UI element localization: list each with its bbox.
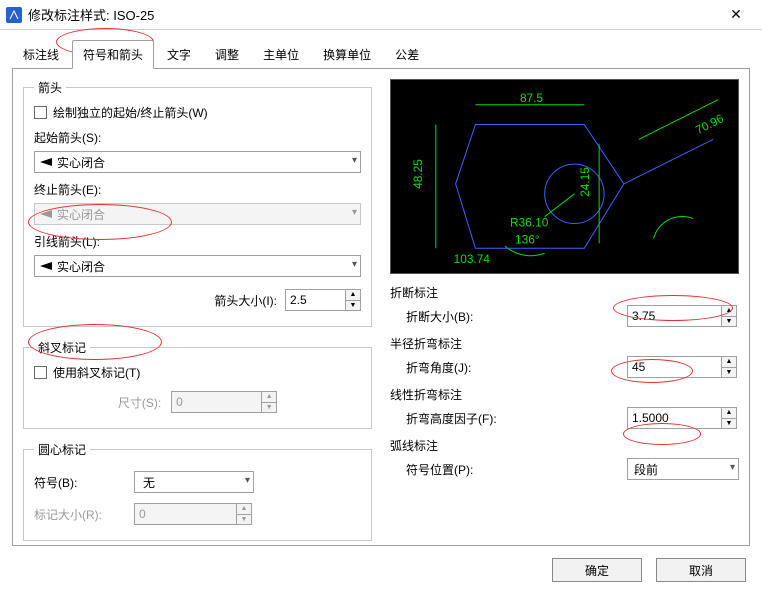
oblique-size-label: 尺寸(S):	[118, 394, 161, 411]
jog-angle-label: 折弯角度(J):	[390, 359, 627, 376]
break-size-label: 折断大小(B):	[390, 308, 627, 325]
chevron-down-icon: ▾	[352, 207, 357, 218]
spin-up-icon: ▲	[237, 504, 251, 515]
svg-text:70.96: 70.96	[693, 111, 726, 137]
svg-text:24.15: 24.15	[578, 167, 592, 197]
tab-fit[interactable]: 调整	[204, 40, 250, 69]
titlebar: 修改标注样式: ISO-25 ✕	[0, 0, 762, 30]
chevron-down-icon: ▾	[730, 462, 735, 473]
spin-down-icon[interactable]: ▼	[722, 368, 736, 378]
cancel-button[interactable]: 取消	[656, 558, 746, 582]
closed-filled-arrow-icon	[39, 156, 53, 168]
end-arrow-select: 实心闭合 ▾	[34, 203, 361, 225]
chevron-down-icon: ▾	[352, 155, 357, 166]
end-arrow-label: 终止箭头(E):	[34, 181, 101, 198]
jog-height-spin[interactable]: ▲▼	[627, 407, 739, 429]
spin-down-icon: ▼	[262, 403, 276, 413]
oblique-size-spin: ▲▼	[171, 391, 277, 413]
jog-height-input[interactable]	[627, 407, 721, 429]
tab-alt-units[interactable]: 换算单位	[312, 40, 382, 69]
tab-tolerances[interactable]: 公差	[384, 40, 430, 69]
chevron-down-icon: ▾	[245, 475, 250, 486]
spin-up-icon[interactable]: ▲	[722, 357, 736, 368]
app-icon	[6, 7, 22, 23]
tab-text[interactable]: 文字	[156, 40, 202, 69]
tab-symbols-arrows[interactable]: 符号和箭头	[72, 40, 154, 69]
spin-down-icon: ▼	[237, 515, 251, 525]
checkbox-icon	[34, 106, 47, 119]
svg-text:48.25: 48.25	[411, 159, 425, 189]
linear-jog-header: 线性折弯标注	[390, 386, 739, 403]
symbol-pos-select[interactable]: 段前 ▾	[627, 458, 739, 480]
break-size-input[interactable]	[627, 305, 721, 327]
oblique-group: 斜叉标记 使用斜叉标记(T) 尺寸(S): ▲▼	[23, 339, 372, 429]
ok-button[interactable]: 确定	[552, 558, 642, 582]
spin-up-icon: ▲	[262, 392, 276, 403]
arrow-size-input[interactable]	[285, 289, 345, 311]
checkbox-icon	[34, 366, 47, 379]
svg-text:87.5: 87.5	[520, 91, 543, 105]
close-button[interactable]: ✕	[716, 1, 756, 29]
start-arrow-label: 起始箭头(S):	[34, 129, 101, 146]
svg-text:R36.10: R36.10	[510, 215, 549, 229]
tab-strip: 标注线 符号和箭头 文字 调整 主单位 换算单位 公差	[12, 40, 750, 69]
chevron-down-icon: ▾	[352, 259, 357, 270]
arrows-legend: 箭头	[34, 79, 66, 96]
jog-angle-spin[interactable]: ▲▼	[627, 356, 739, 378]
center-symbol-label: 符号(B):	[34, 474, 124, 491]
arrow-size-spin[interactable]: ▲▼	[285, 289, 361, 311]
start-arrow-select[interactable]: 实心闭合 ▾	[34, 151, 361, 173]
leader-arrow-select[interactable]: 实心闭合 ▾	[34, 255, 361, 277]
arrows-group: 箭头 绘制独立的起始/终止箭头(W) 起始箭头(S): 实心闭合 ▾	[23, 79, 372, 327]
svg-text:136°: 136°	[515, 232, 540, 246]
svg-text:103.74: 103.74	[454, 252, 491, 266]
use-oblique-checkbox[interactable]: 使用斜叉标记(T)	[34, 364, 361, 381]
spin-up-icon[interactable]: ▲	[722, 306, 736, 317]
break-size-spin[interactable]: ▲▼	[627, 305, 739, 327]
oblique-legend: 斜叉标记	[34, 339, 90, 356]
center-mark-group: 圆心标记 符号(B): 无 ▾ 标记大小(R):	[23, 441, 372, 541]
spin-down-icon[interactable]: ▼	[722, 419, 736, 429]
jog-angle-input[interactable]	[627, 356, 721, 378]
spin-up-icon[interactable]: ▲	[722, 408, 736, 419]
center-mark-size-label: 标记大小(R):	[34, 506, 124, 523]
center-mark-legend: 圆心标记	[34, 441, 90, 458]
closed-filled-arrow-icon	[39, 208, 53, 220]
arc-dim-header: 弧线标注	[390, 437, 739, 454]
draw-separate-label: 绘制独立的起始/终止箭头(W)	[53, 104, 208, 121]
arrow-size-label: 箭头大小(I):	[214, 292, 277, 309]
symbol-pos-label: 符号位置(P):	[390, 461, 627, 478]
radius-jog-header: 半径折弯标注	[390, 335, 739, 352]
spin-up-icon[interactable]: ▲	[346, 290, 360, 301]
leader-arrow-label: 引线箭头(L):	[34, 233, 100, 250]
window-title: 修改标注样式: ISO-25	[28, 5, 716, 24]
center-mark-size-spin: ▲▼	[134, 503, 252, 525]
use-oblique-label: 使用斜叉标记(T)	[53, 364, 140, 381]
oblique-size-input	[171, 391, 261, 413]
spin-down-icon[interactable]: ▼	[722, 317, 736, 327]
dimension-preview: 87.5 48.25 24.15 70.96 103.74 R36.10 136…	[390, 79, 739, 274]
tab-lines[interactable]: 标注线	[12, 40, 70, 69]
center-mark-size-input	[134, 503, 236, 525]
spin-down-icon[interactable]: ▼	[346, 301, 360, 311]
center-symbol-select[interactable]: 无 ▾	[134, 471, 254, 493]
draw-separate-checkbox[interactable]: 绘制独立的起始/终止箭头(W)	[34, 104, 361, 121]
jog-height-label: 折弯高度因子(F):	[390, 410, 627, 427]
break-dim-header: 折断标注	[390, 284, 739, 301]
tab-primary-units[interactable]: 主单位	[252, 40, 310, 69]
closed-filled-arrow-icon	[39, 260, 53, 272]
